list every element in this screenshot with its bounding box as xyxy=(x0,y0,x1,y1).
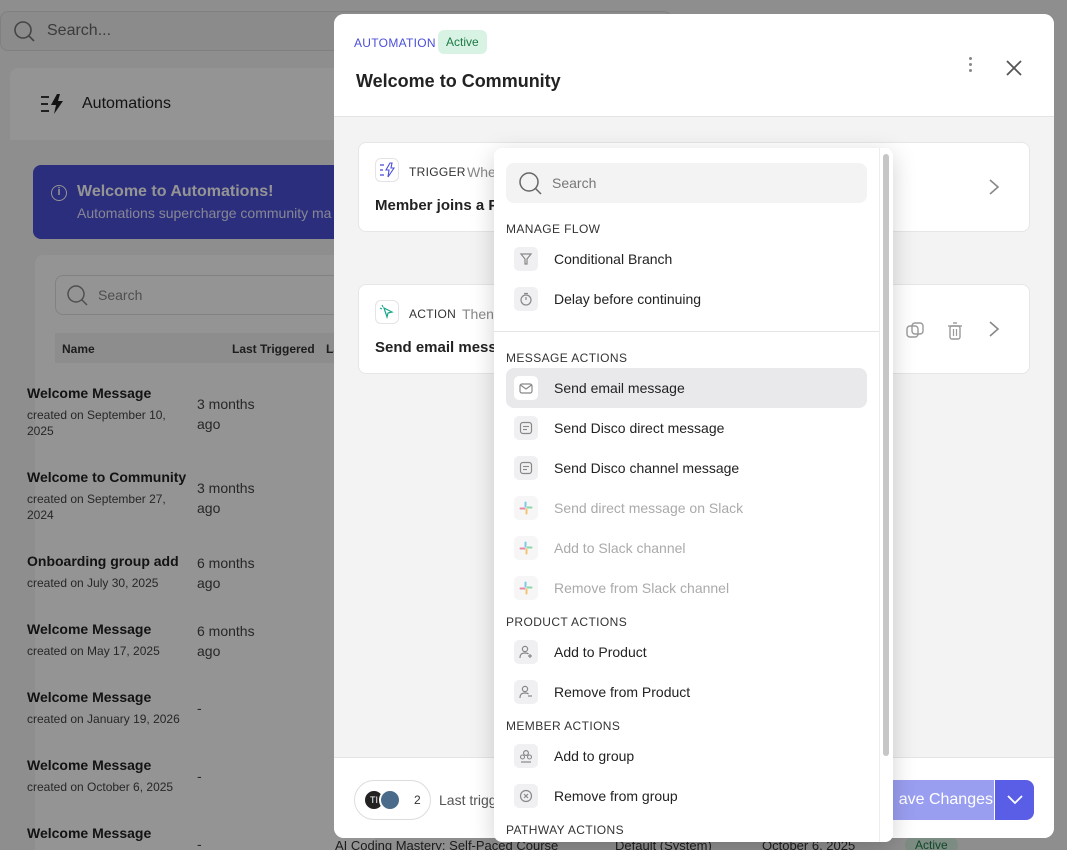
group-icon xyxy=(514,744,538,768)
section-member-actions: MEMBER ACTIONS xyxy=(506,719,621,733)
menu-item-delay[interactable]: Delay before continuing xyxy=(506,279,867,319)
menu-item-add-to-group[interactable]: Add to group xyxy=(506,736,867,776)
avatar-group[interactable]: TI 2 xyxy=(354,780,431,820)
menu-item-label: Remove from group xyxy=(554,788,678,804)
section-product-actions: PRODUCT ACTIONS xyxy=(506,615,628,629)
save-options-dropdown[interactable] xyxy=(994,780,1034,820)
trigger-title: Member joins a P xyxy=(375,197,499,214)
menu-item-label: Remove from Product xyxy=(554,684,691,700)
modal-header: AUTOMATION Active Welcome to Community xyxy=(334,14,1054,117)
user-add-icon xyxy=(514,640,538,664)
menu-item-label: Conditional Branch xyxy=(554,251,673,267)
message-icon xyxy=(514,456,538,480)
slack-icon xyxy=(514,536,538,560)
section-divider xyxy=(494,331,879,332)
search-icon xyxy=(519,172,542,195)
section-message-actions: MESSAGE ACTIONS xyxy=(506,351,628,365)
menu-item-remove-from-group[interactable]: Remove from group xyxy=(506,776,867,816)
trigger-sub-label: Whe xyxy=(467,164,496,180)
status-badge: Active xyxy=(438,30,487,54)
menu-item-label: Delay before continuing xyxy=(554,291,702,307)
menu-item-remove-from-product[interactable]: Remove from Product xyxy=(506,672,867,712)
menu-item-add-to-product[interactable]: Add to Product xyxy=(506,632,867,672)
menu-item-disco-direct-message[interactable]: Send Disco direct message xyxy=(506,408,867,448)
action-title: Send email messa xyxy=(375,339,506,356)
menu-item-send-email[interactable]: Send email message xyxy=(506,368,867,408)
menu-item-label: Send Disco direct message xyxy=(554,420,725,436)
menu-item-label: Send email message xyxy=(554,380,685,396)
menu-item-label: Add to Product xyxy=(554,644,647,660)
menu-item-label: Send Disco channel message xyxy=(554,460,740,476)
slack-icon xyxy=(514,576,538,600)
chevron-right-icon xyxy=(989,179,1000,195)
menu-item-disco-channel-message[interactable]: Send Disco channel message xyxy=(506,448,867,488)
menu-item-add-slack-channel[interactable]: Add to Slack channel xyxy=(506,528,867,568)
action-sub-label: Then xyxy=(462,306,494,322)
menu-search-field[interactable] xyxy=(506,163,867,203)
chevron-right-icon xyxy=(989,321,1000,337)
menu-scrollbar-thumb[interactable] xyxy=(883,154,889,756)
more-options-icon[interactable] xyxy=(960,54,980,78)
close-icon[interactable] xyxy=(1000,54,1028,82)
duplicate-icon[interactable] xyxy=(905,321,925,341)
action-icon xyxy=(375,300,399,324)
menu-item-label: Add to group xyxy=(554,748,635,764)
add-step-menu: MANAGE FLOW Conditional Branch Delay bef… xyxy=(494,148,893,842)
last-triggered-text: Last trigg xyxy=(439,792,497,808)
trigger-kind-label: TRIGGER xyxy=(409,165,466,179)
avatar-count: 2 xyxy=(414,793,421,807)
branch-icon xyxy=(514,247,538,271)
menu-item-label: Add to Slack channel xyxy=(554,540,686,556)
action-kind-label: ACTION xyxy=(409,307,457,321)
chevron-down-icon xyxy=(1006,795,1023,805)
message-icon xyxy=(514,416,538,440)
trash-icon[interactable] xyxy=(945,321,965,341)
menu-item-slack-direct-message[interactable]: Send direct message on Slack xyxy=(506,488,867,528)
email-icon xyxy=(514,376,538,400)
menu-search-input[interactable] xyxy=(552,175,852,191)
modal-title: Welcome to Community xyxy=(356,71,561,91)
menu-item-label: Remove from Slack channel xyxy=(554,580,730,596)
menu-item-conditional-branch[interactable]: Conditional Branch xyxy=(506,239,867,279)
user-remove-icon xyxy=(514,680,538,704)
trigger-icon xyxy=(375,158,399,182)
slack-icon xyxy=(514,496,538,520)
menu-item-remove-slack-channel[interactable]: Remove from Slack channel xyxy=(506,568,867,608)
avatar xyxy=(379,789,401,811)
modal-eyebrow: AUTOMATION xyxy=(354,36,436,50)
section-manage-flow: MANAGE FLOW xyxy=(506,222,601,236)
menu-item-label: Send direct message on Slack xyxy=(554,500,744,516)
section-pathway-actions: PATHWAY ACTIONS xyxy=(506,823,625,837)
timer-icon xyxy=(514,287,538,311)
save-changes-label: ave Changes xyxy=(898,791,993,808)
remove-circle-icon xyxy=(514,784,538,808)
